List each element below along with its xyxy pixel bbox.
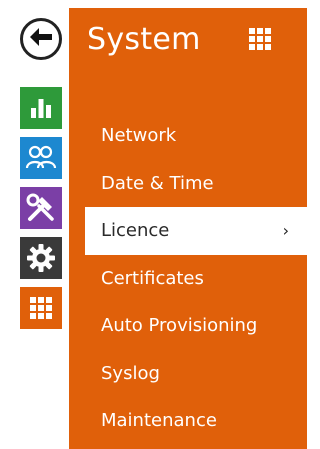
page-title: System xyxy=(87,22,201,57)
apps-grid-button[interactable] xyxy=(249,28,271,50)
back-button[interactable] xyxy=(20,18,62,60)
menu-item-certificates[interactable]: Certificates xyxy=(69,255,307,303)
menu-item-label: Date & Time xyxy=(101,172,214,194)
menu-item-date-time[interactable]: Date & Time xyxy=(69,160,307,208)
system-menu: Network Date & Time Licence › Certificat… xyxy=(69,112,307,445)
users-icon xyxy=(25,144,57,172)
system-panel: System Network Date & Time Licence › Cer… xyxy=(69,8,307,449)
rail-status-button[interactable] xyxy=(20,87,62,129)
menu-item-auto-provisioning[interactable]: Auto Provisioning xyxy=(69,302,307,350)
rail-services-button[interactable] xyxy=(20,237,62,279)
menu-item-label: Certificates xyxy=(101,267,204,289)
menu-item-maintenance[interactable]: Maintenance xyxy=(69,397,307,445)
gear-icon xyxy=(26,243,56,273)
rail-hardware-button[interactable] xyxy=(20,187,62,229)
menu-item-label: Auto Provisioning xyxy=(101,315,258,336)
apps-grid-icon xyxy=(30,297,52,319)
menu-item-label: Licence xyxy=(101,220,170,241)
rail-directory-button[interactable] xyxy=(20,137,62,179)
tools-icon xyxy=(25,192,57,224)
menu-item-label: Network xyxy=(101,125,177,146)
menu-item-licence[interactable]: Licence › xyxy=(85,207,307,255)
apps-grid-icon xyxy=(249,28,271,54)
back-arrow-icon xyxy=(29,27,53,51)
bar-chart-icon xyxy=(28,96,54,120)
chevron-right-icon: › xyxy=(282,221,289,240)
menu-item-network[interactable]: Network xyxy=(69,112,307,160)
menu-item-label: Maintenance xyxy=(101,410,217,431)
menu-item-label: Syslog xyxy=(101,362,160,384)
menu-item-syslog[interactable]: Syslog xyxy=(69,350,307,398)
rail-system-button[interactable] xyxy=(20,287,62,329)
page: System Network Date & Time Licence › Cer… xyxy=(0,0,315,449)
